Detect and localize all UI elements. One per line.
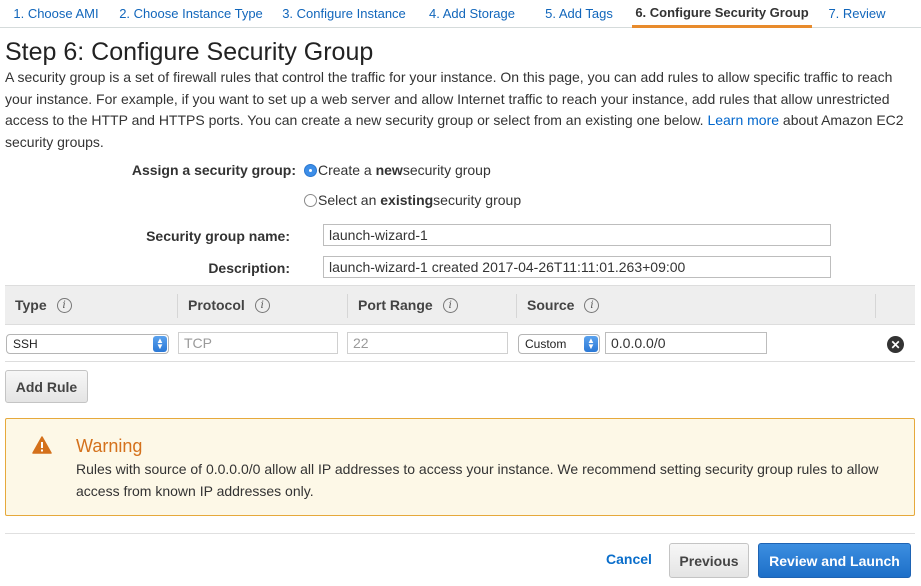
radio-existing-bold: existing [380, 192, 434, 208]
source-info-icon[interactable]: i [584, 297, 600, 313]
column-divider [516, 294, 517, 318]
cancel-button[interactable]: Cancel [606, 551, 652, 567]
radio-select-existing[interactable]: Select an existing security group [304, 192, 521, 208]
column-header-type: Type i [15, 286, 72, 324]
review-and-launch-button[interactable]: Review and Launch [758, 543, 911, 578]
previous-button[interactable]: Previous [669, 543, 749, 578]
type-info-icon[interactable]: i [56, 297, 72, 313]
radio-existing-prefix: Select an [318, 192, 377, 208]
warning-text: Rules with source of 0.0.0.0/0 allow all… [76, 461, 879, 499]
intro-paragraph: A security group is a set of firewall ru… [5, 67, 915, 153]
remove-rule-icon[interactable]: ✕ [887, 336, 904, 353]
footer-divider [5, 533, 915, 534]
column-divider [875, 294, 876, 318]
wizard-steps: 1. Choose AMI 2. Choose Instance Type 3.… [0, 0, 921, 30]
radio-existing-suffix: security group [433, 192, 522, 208]
tabs-filler [902, 27, 921, 28]
learn-more-link[interactable]: Learn more [707, 112, 779, 128]
tab-review[interactable]: 7. Review [812, 0, 902, 28]
protocol-info-icon[interactable]: i [254, 297, 270, 313]
port-range-info-icon[interactable]: i [442, 297, 458, 313]
description-label: Description: [208, 260, 290, 276]
column-divider [347, 294, 348, 318]
radio-unselected-icon[interactable] [304, 193, 317, 207]
warning-title: Warning [76, 436, 143, 456]
radio-create-new-bold: new [375, 162, 403, 178]
source-mode-select[interactable]: Custom ▲ ▼ [518, 334, 600, 354]
group-name-label: Security group name: [146, 228, 290, 244]
column-header-protocol: Protocol i [188, 286, 270, 324]
radio-create-new-prefix: Create a [318, 162, 372, 178]
port-range-field: 22 [347, 332, 508, 354]
add-rule-button[interactable]: Add Rule [5, 370, 88, 403]
type-select-value: SSH [13, 337, 38, 351]
column-header-source: Source i [527, 286, 600, 324]
page-title: Step 6: Configure Security Group [5, 38, 374, 66]
column-divider [177, 294, 178, 318]
column-header-source-label: Source [527, 297, 575, 313]
radio-create-new[interactable]: Create a new security group [304, 162, 491, 178]
source-mode-value: Custom [525, 337, 567, 351]
type-select[interactable]: SSH ▲ ▼ [6, 334, 169, 354]
radio-create-new-suffix: security group [402, 162, 491, 178]
group-name-input[interactable] [323, 224, 831, 246]
column-header-protocol-label: Protocol [188, 297, 245, 313]
radio-selected-icon[interactable] [304, 163, 317, 177]
chevron-up-down-icon: ▲ ▼ [584, 336, 598, 352]
column-header-port-range-label: Port Range [358, 297, 433, 313]
column-header-type-label: Type [15, 297, 47, 313]
chevron-up-down-icon: ▲ ▼ [153, 336, 167, 352]
warning-box: Warning Rules with source of 0.0.0.0/0 a… [5, 418, 915, 516]
protocol-field: TCP [178, 332, 338, 354]
tab-choose-ami[interactable]: 1. Choose AMI [0, 0, 112, 28]
assign-label: Assign a security group: [131, 162, 296, 178]
tab-choose-instance-type[interactable]: 2. Choose Instance Type [112, 0, 270, 28]
tab-configure-security-group[interactable]: 6. Configure Security Group [632, 0, 812, 28]
tab-configure-instance[interactable]: 3. Configure Instance [270, 0, 418, 28]
source-cidr-input[interactable] [605, 332, 767, 354]
tab-add-tags[interactable]: 5. Add Tags [526, 0, 632, 28]
description-input[interactable] [323, 256, 831, 278]
column-header-port-range: Port Range i [358, 286, 458, 324]
warning-triangle-icon [32, 436, 52, 454]
rules-table-header: Type i Protocol i Port Range i Source i [5, 285, 915, 325]
tab-add-storage[interactable]: 4. Add Storage [418, 0, 526, 28]
